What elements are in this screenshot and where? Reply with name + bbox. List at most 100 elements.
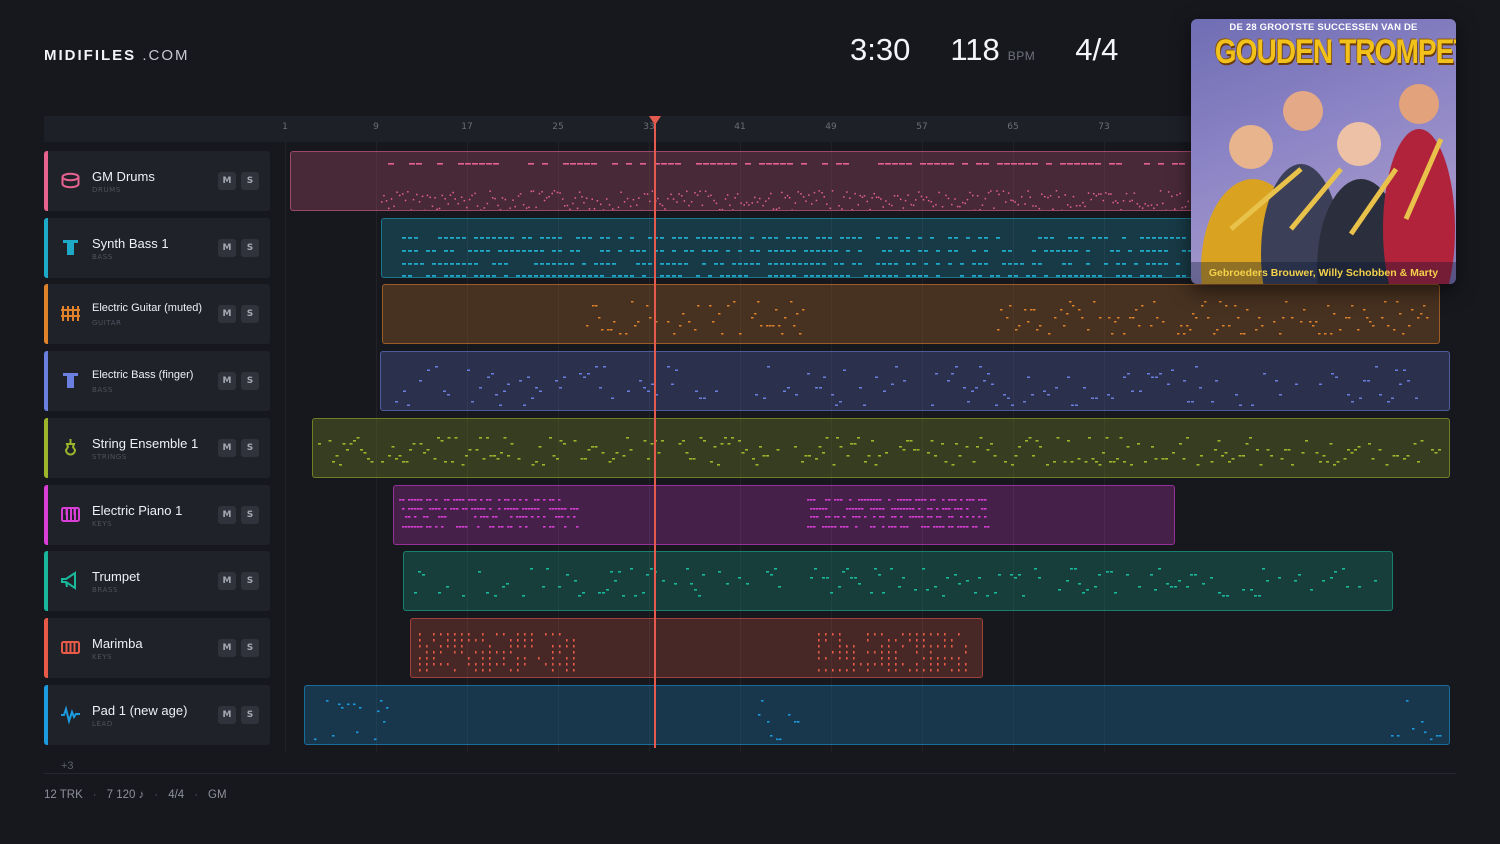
ruler-tick: 17 [461,122,473,132]
brand-name-bold: MIDIFILES [44,47,137,64]
track-header[interactable]: Pad 1 (new age) LEAD M S [44,685,270,745]
grid-line [285,142,286,752]
midi-clip[interactable] [304,685,1450,745]
midi-standard: GM [208,789,227,801]
brand-logo[interactable]: MIDIFILES .COM [44,47,190,64]
ruler-tick: 1 [282,122,288,132]
note-pattern [395,366,1418,406]
footer-divider [44,773,1456,774]
track-color-strip [44,618,48,678]
track-category: BASS [92,253,113,261]
note-pattern [381,163,1189,210]
note-pattern [318,437,1441,466]
track-category: BRASS [92,586,119,594]
note-pattern [586,301,1429,335]
time-signature: 4/4 [1075,32,1119,67]
note-pattern [399,499,990,528]
midi-clip[interactable] [312,418,1450,478]
track-name: GM Drums [92,169,155,184]
midi-clip[interactable] [382,284,1440,344]
solo-button[interactable]: S [241,239,259,257]
track-header[interactable]: GM Drums DRUMS M S [44,151,270,211]
track-category: KEYS [92,520,113,528]
track-color-strip [44,485,48,545]
track-header[interactable]: Trumpet BRASS M S [44,551,270,611]
bass-icon [60,370,81,391]
track-color-strip [44,351,48,411]
track-header[interactable]: Electric Guitar (muted) GUITAR M S [44,284,270,344]
mute-button[interactable]: M [218,706,236,724]
track-color-strip [44,284,48,344]
note-pattern [314,700,1442,741]
track-header[interactable]: Electric Piano 1 KEYS M S [44,485,270,545]
bass-icon [60,237,81,258]
track-name: Electric Bass (finger) [92,369,194,381]
track-header[interactable]: Electric Bass (finger) BASS M S [44,351,270,411]
midi-clip[interactable] [380,351,1450,411]
track-category: KEYS [92,653,113,661]
track-category: BASS [92,386,113,394]
mute-button[interactable]: M [218,372,236,390]
playhead-line[interactable] [654,116,656,748]
solo-button[interactable]: S [241,439,259,457]
track-color-strip [44,151,48,211]
track-color-strip [44,418,48,478]
piano-icon [60,504,81,525]
track-name: String Ensemble 1 [92,436,199,451]
mute-button[interactable]: M [218,506,236,524]
track-name: Trumpet [92,569,140,584]
note-pattern [402,237,1192,277]
track-name: Electric Piano 1 [92,503,183,518]
track-color-strip [44,551,48,611]
album-artists: Gebroeders Brouwer, Willy Schobben & Mar… [1191,262,1456,284]
solo-button[interactable]: S [241,572,259,590]
brand-name-rest: .COM [142,47,190,64]
mute-button[interactable]: M [218,639,236,657]
trumpet-icon [60,570,81,591]
wave-icon [60,704,81,725]
track-header[interactable]: Marimba KEYS M S [44,618,270,678]
track-count: 12 TRK [44,789,83,801]
mute-button[interactable]: M [218,239,236,257]
guitar-icon [60,303,81,324]
note-pattern [414,568,1377,597]
ruler-tick: 25 [552,122,564,132]
album-cover: DE 28 GROOTSTE SUCCESSEN VAN DE GOUDEN T… [1191,19,1456,284]
solo-button[interactable]: S [241,706,259,724]
midi-clip[interactable] [393,485,1175,545]
ruler-tick: 41 [734,122,746,132]
solo-button[interactable]: S [241,305,259,323]
solo-button[interactable]: S [241,372,259,390]
track-category: STRINGS [92,453,127,461]
track-color-strip [44,685,48,745]
playhead-marker[interactable] [649,116,661,125]
ruler-tick: 65 [1007,122,1019,132]
solo-button[interactable]: S [241,506,259,524]
solo-button[interactable]: S [241,172,259,190]
marimba-icon [60,637,81,658]
solo-button[interactable]: S [241,639,259,657]
transport-stats: 3:30 118 BPM 4/4 [850,32,1118,68]
track-name: Electric Guitar (muted) [92,302,203,314]
track-name: Pad 1 (new age) [92,703,188,718]
mute-button[interactable]: M [218,439,236,457]
song-duration: 3:30 [850,32,911,67]
drum-icon [60,170,81,191]
track-category: LEAD [92,720,113,728]
mute-button[interactable]: M [218,572,236,590]
track-header[interactable]: Synth Bass 1 BASS M S [44,218,270,278]
separator-dot: · [92,789,97,801]
ruler-tick: 57 [916,122,928,132]
note-pattern [419,633,967,672]
track-header[interactable]: String Ensemble 1 STRINGS M S [44,418,270,478]
track-category: GUITAR [92,319,122,327]
midi-clip[interactable] [290,151,1198,211]
mute-button[interactable]: M [218,172,236,190]
strings-icon [60,437,81,458]
midi-clip[interactable] [403,551,1393,611]
midi-clip[interactable] [381,218,1198,278]
mute-button[interactable]: M [218,305,236,323]
midi-clip[interactable] [410,618,983,678]
track-color-strip [44,218,48,278]
more-tracks-indicator[interactable]: +3 [61,760,74,772]
